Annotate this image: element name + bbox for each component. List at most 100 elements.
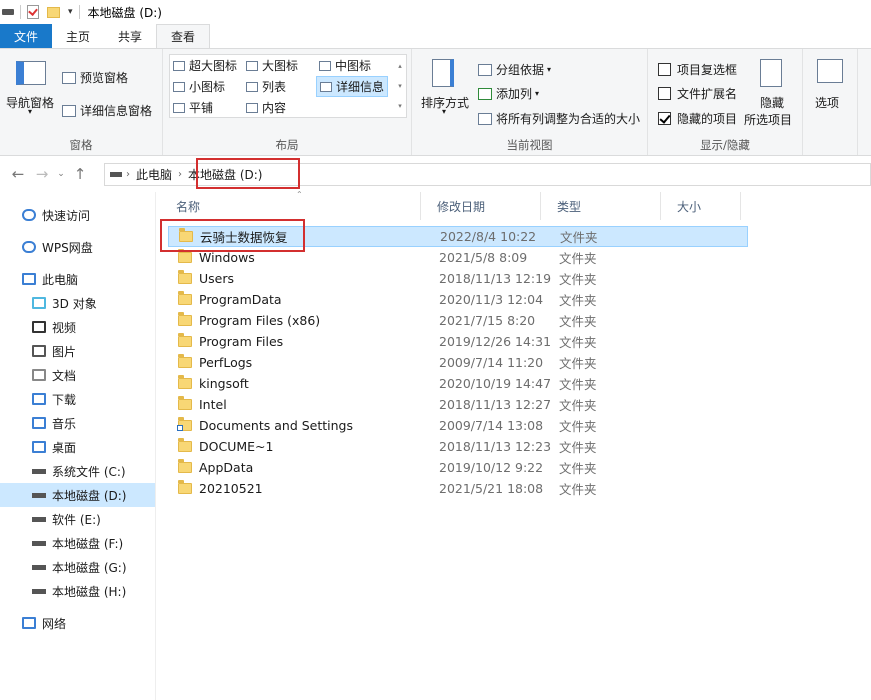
- preview-pane-button[interactable]: 预览窗格: [62, 69, 128, 86]
- file-row[interactable]: Program Files 2019/12/26 14:31 文件夹: [168, 331, 748, 352]
- checkbox[interactable]: [658, 87, 671, 100]
- tab-share[interactable]: 共享: [104, 24, 156, 48]
- file-row[interactable]: PerfLogs 2009/7/14 11:20 文件夹: [168, 352, 748, 373]
- nav-item[interactable]: 本地磁盘 (G:): [0, 555, 155, 579]
- drive-icon: [32, 588, 46, 594]
- up-arrow-icon[interactable]: ↑: [68, 165, 92, 183]
- drive-icon: [32, 564, 46, 570]
- file-row[interactable]: Documents and Settings 2009/7/14 13:08 文件夹: [168, 415, 748, 436]
- large-icons-icon: [173, 60, 185, 71]
- sort-by-button[interactable]: 排序方式 ▾: [420, 57, 470, 119]
- tab-file[interactable]: 文件: [0, 24, 52, 48]
- folder-icon: [178, 270, 192, 284]
- show-hide-group: 项目复选框 文件扩展名 隐藏的项目 隐藏 所选项目 显示/隐藏: [648, 49, 803, 155]
- tab-home[interactable]: 主页: [52, 24, 104, 48]
- column-header-size[interactable]: 大小: [661, 192, 741, 220]
- properties-icon[interactable]: [27, 5, 39, 19]
- new-folder-icon[interactable]: [47, 6, 60, 18]
- file-date: 2009/7/14 11:20: [439, 355, 544, 370]
- file-row[interactable]: AppData 2019/10/12 9:22 文件夹: [168, 457, 748, 478]
- customize-quick-access-icon[interactable]: ▾: [68, 7, 73, 17]
- nav-item[interactable]: 系统文件 (C:): [0, 459, 155, 483]
- checkbox[interactable]: [658, 63, 671, 76]
- chevron-right-icon[interactable]: ›: [124, 169, 132, 180]
- add-columns-button[interactable]: 添加列 ▾: [478, 85, 539, 102]
- nav-item[interactable]: 软件 (E:): [0, 507, 155, 531]
- layout-list[interactable]: 列表: [246, 78, 286, 95]
- drive-icon: [32, 516, 46, 522]
- chevron-right-icon[interactable]: ›: [176, 169, 184, 180]
- gallery-scroll[interactable]: ▴ ▾ ▾: [395, 56, 405, 116]
- file-row[interactable]: 20210521 2021/5/21 18:08 文件夹: [168, 478, 748, 499]
- layout-label: 详细信息: [336, 80, 385, 94]
- file-type: 文件夹: [559, 482, 597, 497]
- nav-item[interactable]: 本地磁盘 (F:): [0, 531, 155, 555]
- cube-icon: [32, 297, 46, 309]
- nav-item-label: 3D 对象: [52, 296, 97, 311]
- file-name: Documents and Settings: [199, 418, 354, 433]
- tiles-icon: [173, 102, 185, 113]
- nav-item[interactable]: 文档: [0, 363, 155, 387]
- file-date: 2021/5/21 18:08: [439, 481, 544, 496]
- nav-item[interactable]: 下载: [0, 387, 155, 411]
- nav-item[interactable]: 此电脑: [0, 267, 155, 291]
- nav-item[interactable]: 本地磁盘 (H:): [0, 579, 155, 603]
- folder-icon: [178, 333, 192, 347]
- list-icon: [246, 81, 258, 92]
- item-checkboxes-label: 项目复选框: [677, 63, 738, 77]
- file-row[interactable]: DOCUME~1 2018/11/13 12:23 文件夹: [168, 436, 748, 457]
- layout-large-icons[interactable]: 大图标: [246, 57, 298, 74]
- nav-item-label: 本地磁盘 (G:): [52, 560, 127, 575]
- layout-small-icons[interactable]: 小图标: [173, 78, 225, 95]
- forward-arrow-icon[interactable]: →: [30, 165, 54, 183]
- recent-locations-chevron-icon[interactable]: ⌄: [54, 169, 68, 179]
- chevron-down-icon: ▾: [28, 107, 33, 116]
- layout-extra-large-icons[interactable]: 超大图标: [173, 57, 237, 74]
- add-columns-label: 添加列: [496, 87, 533, 101]
- checkbox-checked[interactable]: [658, 112, 671, 125]
- file-type: 文件夹: [559, 272, 597, 287]
- file-row[interactable]: ProgramData 2020/11/3 12:04 文件夹: [168, 289, 748, 310]
- column-header-date[interactable]: 修改日期: [421, 192, 541, 220]
- file-row[interactable]: Intel 2018/11/13 12:27 文件夹: [168, 394, 748, 415]
- nav-item[interactable]: WPS网盘: [0, 235, 155, 259]
- layout-group: 超大图标 大图标 中图标 小图标 列表 详细信息 平铺 内容 ▴ ▾ ▾ 布局: [163, 49, 412, 155]
- layout-content[interactable]: 内容: [246, 99, 286, 116]
- layout-medium-icons[interactable]: 中图标: [319, 57, 371, 74]
- nav-item[interactable]: 3D 对象: [0, 291, 155, 315]
- file-row[interactable]: Program Files (x86) 2021/7/15 8:20 文件夹: [168, 310, 748, 331]
- file-row[interactable]: Users 2018/11/13 12:19 文件夹: [168, 268, 748, 289]
- breadcrumb-this-pc[interactable]: 此电脑: [132, 166, 176, 183]
- nav-item[interactable]: 图片: [0, 339, 155, 363]
- column-header-name[interactable]: 名称: [160, 192, 421, 220]
- file-row[interactable]: kingsoft 2020/10/19 14:47 文件夹: [168, 373, 748, 394]
- hide-selected-button[interactable]: 隐藏 所选项目: [744, 57, 800, 129]
- file-extensions-toggle[interactable]: 文件扩展名: [658, 85, 737, 102]
- file-name: ProgramData: [199, 292, 282, 307]
- layout-label: 平铺: [189, 101, 214, 115]
- layout-details[interactable]: 详细信息: [316, 76, 389, 97]
- nav-item[interactable]: 视频: [0, 315, 155, 339]
- nav-pane-button[interactable]: 导航窗格 ▾: [4, 57, 58, 119]
- item-checkboxes-toggle[interactable]: 项目复选框: [658, 61, 737, 78]
- layout-label: 列表: [262, 80, 287, 94]
- chevron-down-icon: ▾: [442, 107, 447, 116]
- nav-pane-icon: [16, 61, 46, 85]
- nav-item[interactable]: 网络: [0, 611, 155, 635]
- options-button[interactable]: 选项: [807, 57, 853, 119]
- nav-item[interactable]: 本地磁盘 (D:): [0, 483, 155, 507]
- hidden-items-toggle[interactable]: 隐藏的项目: [658, 110, 737, 127]
- nav-item[interactable]: 桌面: [0, 435, 155, 459]
- tab-view[interactable]: 查看: [156, 24, 211, 48]
- group-by-button[interactable]: 分组依据 ▾: [478, 61, 551, 78]
- layout-tiles[interactable]: 平铺: [173, 99, 213, 116]
- download-icon: [32, 393, 46, 405]
- nav-item[interactable]: 快速访问: [0, 203, 155, 227]
- column-header-type[interactable]: 类型: [541, 192, 661, 220]
- back-arrow-icon[interactable]: ←: [6, 165, 30, 183]
- nav-item[interactable]: 音乐: [0, 411, 155, 435]
- details-pane-button[interactable]: 详细信息窗格: [62, 102, 152, 119]
- hide-selected-icon: [760, 59, 782, 87]
- size-columns-to-fit-button[interactable]: 将所有列调整为合适的大小: [478, 110, 640, 127]
- file-date: 2018/11/13 12:19: [439, 271, 552, 286]
